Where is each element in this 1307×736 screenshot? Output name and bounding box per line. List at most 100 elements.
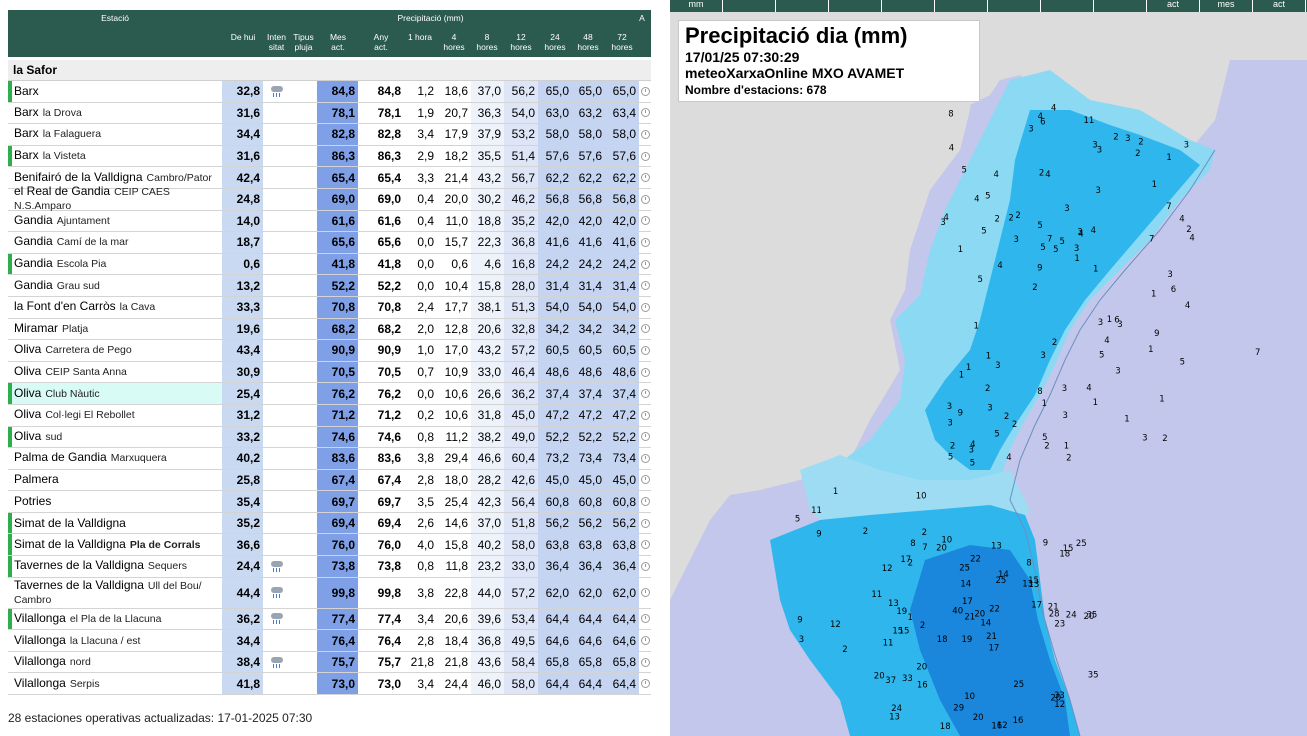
precipitation-map[interactable]: 2112342312334435643798542331622555432111… — [670, 0, 1307, 736]
station-precip-label[interactable]: 9 — [1037, 264, 1042, 274]
table-row[interactable]: Potries 35,4 69,7 69,7 3,5 25,4 42,3 56,4 60,8 60… — [8, 491, 651, 513]
history-clock-icon[interactable] — [639, 167, 651, 188]
station-precip-label[interactable]: 3 — [969, 445, 974, 455]
station-precip-label[interactable]: 3 — [1184, 141, 1189, 151]
station-precip-label[interactable]: 20 — [936, 544, 947, 554]
table-row[interactable]: Oliva sud 33,2 74,6 74,6 0,8 11,2 38,2 49,0 52,2 5… — [8, 426, 651, 449]
header-estacio[interactable]: Estació — [8, 13, 222, 23]
station-precip-label[interactable]: 8 — [1037, 387, 1042, 397]
station-precip-label[interactable]: 37 — [885, 676, 896, 686]
station-precip-label[interactable]: 3 — [1115, 367, 1120, 377]
station-precip-label[interactable]: 3 — [1142, 434, 1147, 444]
table-row[interactable]: Vilallonga la Llacuna / est 34,4 76,4 76,4 2,… — [8, 630, 651, 652]
station-name-cell[interactable]: Miramar Platja — [8, 319, 222, 340]
station-precip-label[interactable]: 2 — [922, 528, 927, 538]
station-precip-label[interactable]: 1 — [1148, 345, 1153, 355]
station-precip-label[interactable]: 7 — [1255, 348, 1260, 358]
station-name-cell[interactable]: Vilallonga nord — [8, 652, 222, 673]
table-row[interactable]: Simat de la Valldigna 35,2 69,4 69,4 2,6 14,6… — [8, 512, 651, 535]
station-precip-label[interactable]: 8 — [1026, 559, 1031, 569]
station-precip-label[interactable]: 21 — [986, 632, 997, 642]
table-row[interactable]: Simat de la Valldigna Pla de Corrals 36,6 7… — [8, 534, 651, 557]
station-precip-label[interactable]: 1 — [1042, 399, 1047, 409]
header-a[interactable]: A — [635, 13, 649, 23]
history-clock-icon[interactable] — [639, 652, 651, 673]
station-precip-label[interactable]: 1 — [833, 487, 838, 497]
header-de-hui[interactable]: De hui — [229, 32, 257, 42]
table-row[interactable]: Vilallonga el Pla de la Llacuna 36,2 77,4 77… — [8, 608, 651, 631]
station-precip-label[interactable]: 11 — [883, 639, 894, 649]
station-precip-label[interactable]: 4 — [1006, 453, 1011, 463]
station-precip-label[interactable]: 12 — [830, 620, 841, 630]
station-precip-label[interactable]: 4 — [1185, 301, 1190, 311]
station-precip-label[interactable]: 5 — [978, 275, 983, 285]
station-precip-label[interactable]: 2 — [1039, 169, 1044, 179]
header-8-hores[interactable]: 8 hores — [473, 32, 501, 52]
header-any-act[interactable]: Any act. — [366, 32, 396, 52]
station-precip-label[interactable]: 3 — [1028, 124, 1033, 134]
station-precip-label[interactable]: 20 — [874, 672, 885, 682]
history-clock-icon[interactable] — [639, 297, 651, 318]
station-precip-label[interactable]: 17 — [1031, 601, 1042, 611]
station-precip-label[interactable]: 3 — [1040, 351, 1045, 361]
station-precip-label[interactable]: 20 — [973, 713, 984, 723]
station-precip-label[interactable]: 4 — [974, 195, 979, 205]
station-precip-label[interactable]: 3 — [940, 218, 945, 228]
header-48-hores[interactable]: 48 hores — [574, 32, 602, 52]
station-precip-label[interactable]: 4 — [949, 144, 954, 154]
station-precip-label[interactable]: 3 — [1077, 227, 1082, 237]
station-name-cell[interactable]: Potries — [8, 491, 222, 512]
station-precip-label[interactable]: 2 — [1015, 211, 1020, 221]
table-row[interactable]: la Font d'en Carròs la Cava 33,3 70,8 70,8 2,… — [8, 296, 651, 319]
station-precip-label[interactable]: 3 — [947, 402, 952, 412]
station-precip-label[interactable]: 2 — [1044, 442, 1049, 452]
station-precip-label[interactable]: 2 — [1012, 420, 1017, 430]
station-precip-label[interactable]: 4 — [1045, 170, 1050, 180]
station-precip-label[interactable]: 9 — [1154, 329, 1159, 339]
history-clock-icon[interactable] — [639, 405, 651, 426]
station-precip-label[interactable]: 1 — [974, 322, 979, 332]
station-precip-label[interactable]: 1 — [1107, 315, 1112, 325]
station-precip-label[interactable]: 2 — [1113, 133, 1118, 143]
table-row[interactable]: Gandia Grau sud 13,2 52,2 52,2 0,0 10,4 15,8 28,… — [8, 275, 651, 297]
station-precip-label[interactable]: 5 — [962, 166, 967, 176]
station-precip-label[interactable]: 3 — [1014, 235, 1019, 245]
history-clock-icon[interactable] — [639, 319, 651, 340]
station-precip-label[interactable]: 2 — [950, 442, 955, 452]
station-name-cell[interactable]: Gandia Grau sud — [8, 275, 222, 296]
station-precip-label[interactable]: 1 — [966, 363, 971, 373]
history-clock-icon[interactable] — [639, 630, 651, 651]
station-name-cell[interactable]: Simat de la Valldigna — [8, 512, 222, 534]
station-precip-label[interactable]: 8 — [910, 539, 915, 549]
station-precip-label[interactable]: 3 — [995, 361, 1000, 371]
map-tab[interactable] — [988, 0, 1041, 12]
station-precip-label[interactable]: 18 — [940, 722, 951, 732]
station-precip-label[interactable]: 9 — [797, 616, 802, 626]
station-precip-label[interactable]: 5 — [970, 459, 975, 469]
station-name-cell[interactable]: Oliva CEIP Santa Anna — [8, 362, 222, 383]
station-precip-label[interactable]: 23 — [1054, 619, 1065, 629]
station-precip-label[interactable]: 13 — [889, 713, 900, 723]
station-precip-label[interactable]: 9 — [816, 530, 821, 540]
station-name-cell[interactable]: Barx la Falaguera — [8, 124, 222, 145]
history-clock-icon[interactable] — [639, 81, 651, 102]
history-clock-icon[interactable] — [639, 513, 651, 534]
station-precip-label[interactable]: 1 — [1166, 153, 1171, 163]
station-precip-label[interactable]: 24 — [891, 704, 902, 714]
table-row[interactable]: Vilallonga Serpis 41,8 73,0 73,0 3,4 24,4 46,0 5… — [8, 673, 651, 696]
station-precip-label[interactable]: 7 — [1047, 234, 1052, 244]
station-precip-label[interactable]: 29 — [953, 703, 964, 713]
history-clock-icon[interactable] — [639, 383, 651, 404]
station-precip-label[interactable]: 2 — [1004, 412, 1009, 422]
map-tab[interactable]: mm — [670, 0, 723, 12]
station-name-cell[interactable]: Oliva Club Nàutic — [8, 383, 222, 404]
station-precip-label[interactable]: 4 — [1038, 112, 1043, 122]
station-name-cell[interactable]: Tavernes de la Valldigna Sequers — [8, 556, 222, 577]
station-precip-label[interactable]: 1 — [1151, 290, 1156, 300]
table-row[interactable]: Gandia Camí de la mar 18,7 65,6 65,6 0,0 15,7 2… — [8, 232, 651, 254]
history-clock-icon[interactable] — [639, 254, 651, 275]
table-row[interactable]: el Real de Gandia CEIP CAES N.S.Amparo 24,… — [8, 185, 651, 212]
history-clock-icon[interactable] — [639, 609, 651, 630]
station-precip-label[interactable]: 2 — [920, 621, 925, 631]
station-precip-label[interactable]: 17 — [900, 555, 911, 565]
